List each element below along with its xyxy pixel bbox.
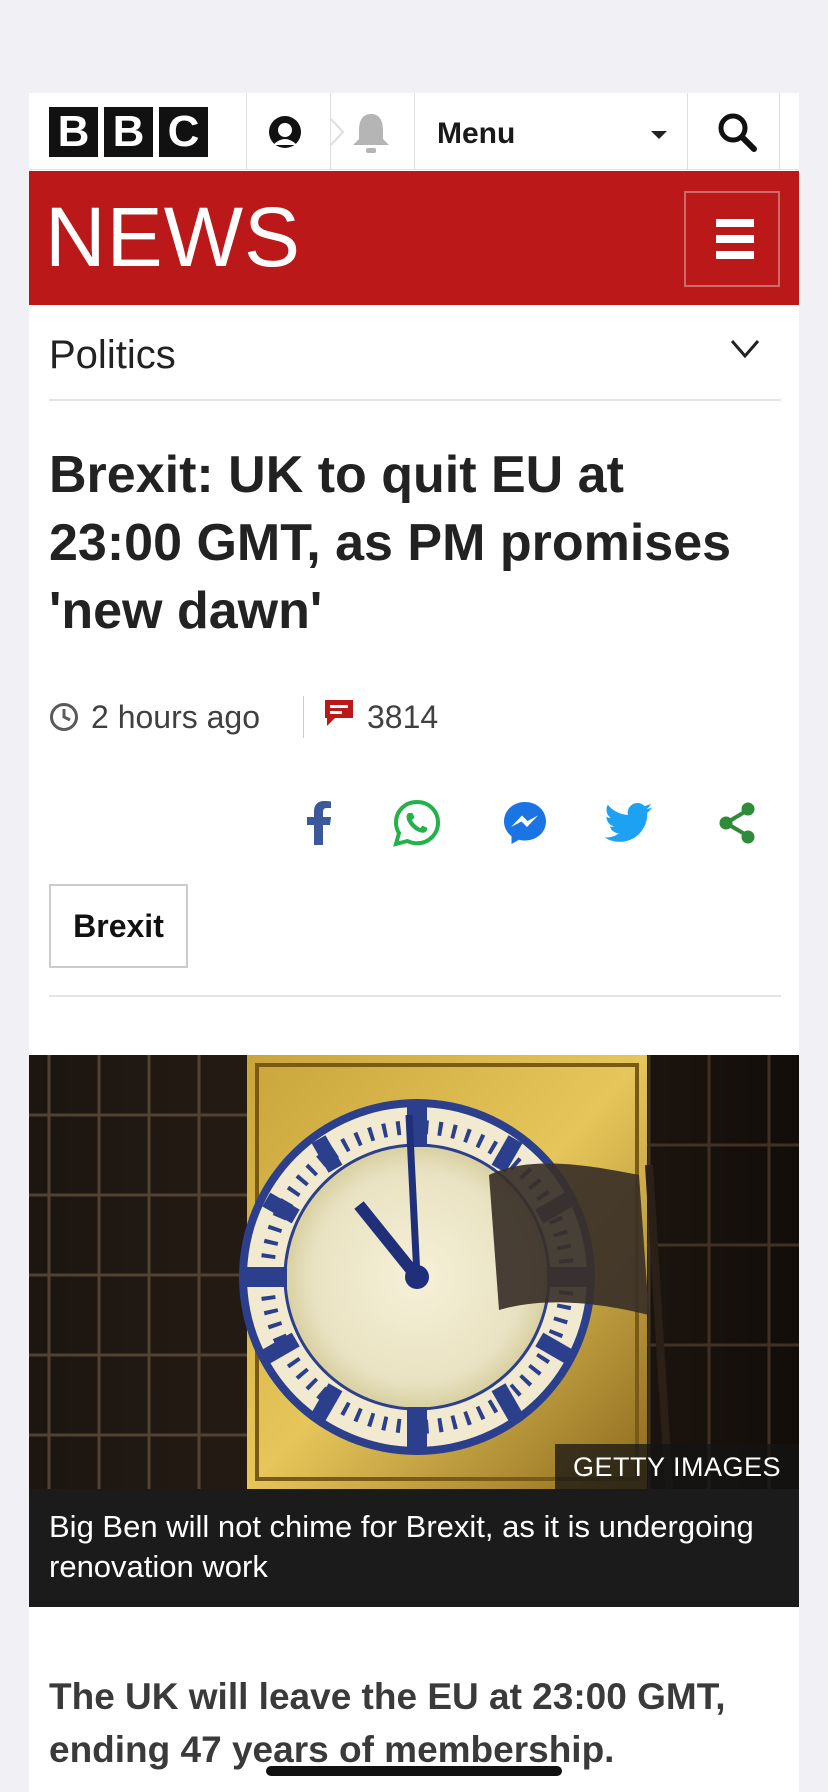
caret-down-icon bbox=[651, 131, 667, 139]
article-hero-image: GETTY IMAGES bbox=[29, 1055, 799, 1489]
image-caption: Big Ben will not chime for Brexit, as it… bbox=[29, 1489, 799, 1607]
article-meta: 2 hours ago 3814 bbox=[49, 696, 549, 738]
image-credit: GETTY IMAGES bbox=[554, 1444, 799, 1489]
news-logo[interactable]: NEWS bbox=[45, 189, 301, 286]
bbc-logo-letter: B bbox=[49, 107, 98, 157]
topbar-divider bbox=[246, 93, 247, 170]
bbc-logo-letter: C bbox=[159, 107, 208, 157]
chevron-down-icon bbox=[730, 340, 760, 359]
hamburger-line bbox=[716, 251, 754, 259]
clock-icon bbox=[50, 703, 78, 731]
article-intro: The UK will leave the EU at 23:00 GMT, e… bbox=[49, 1676, 726, 1770]
news-banner: NEWS bbox=[29, 171, 799, 305]
hamburger-line bbox=[716, 235, 754, 243]
menu-label: Menu bbox=[437, 117, 516, 150]
comment-count[interactable]: 3814 bbox=[367, 699, 438, 736]
twitter-icon bbox=[605, 803, 652, 842]
separator-chevron-icon bbox=[329, 115, 345, 149]
whatsapp-share-button[interactable] bbox=[387, 793, 447, 853]
big-ben-clock-image bbox=[29, 1055, 799, 1489]
article-headline: Brexit: UK to quit EU at 23:00 GMT, as P… bbox=[49, 446, 732, 640]
search-icon bbox=[718, 113, 757, 152]
topic-tag-brexit[interactable]: Brexit bbox=[49, 884, 188, 968]
topbar-divider bbox=[779, 93, 780, 170]
article-page: B B C Menu NEWS Politics Brexit: UK to q… bbox=[29, 93, 799, 1792]
messenger-icon bbox=[504, 802, 546, 844]
bbc-logo-letter: B bbox=[104, 107, 153, 157]
notification-bell-icon[interactable] bbox=[347, 111, 395, 155]
section-navigation[interactable]: Politics bbox=[49, 305, 781, 401]
hamburger-menu-button[interactable] bbox=[684, 191, 780, 287]
meta-divider bbox=[303, 696, 304, 738]
home-indicator[interactable] bbox=[266, 1766, 562, 1776]
account-icon[interactable] bbox=[262, 115, 308, 149]
facebook-icon bbox=[307, 801, 331, 845]
hamburger-line bbox=[716, 219, 754, 227]
article-timestamp: 2 hours ago bbox=[91, 699, 261, 735]
facebook-share-button[interactable] bbox=[289, 793, 349, 853]
bbc-logo[interactable]: B B C bbox=[49, 107, 208, 157]
messenger-share-button[interactable] bbox=[495, 793, 555, 853]
menu-dropdown-button[interactable]: Menu bbox=[415, 93, 687, 170]
share-tools bbox=[289, 793, 789, 853]
share-icon bbox=[719, 802, 755, 844]
search-button[interactable] bbox=[688, 93, 780, 170]
whatsapp-icon bbox=[393, 799, 441, 847]
more-share-button[interactable] bbox=[707, 793, 767, 853]
divider bbox=[49, 995, 781, 997]
comments-icon[interactable] bbox=[323, 698, 355, 728]
top-navigation-bar: B B C Menu bbox=[29, 93, 799, 170]
topbar-divider bbox=[330, 93, 331, 170]
section-label: Politics bbox=[49, 333, 176, 377]
twitter-share-button[interactable] bbox=[599, 793, 659, 853]
